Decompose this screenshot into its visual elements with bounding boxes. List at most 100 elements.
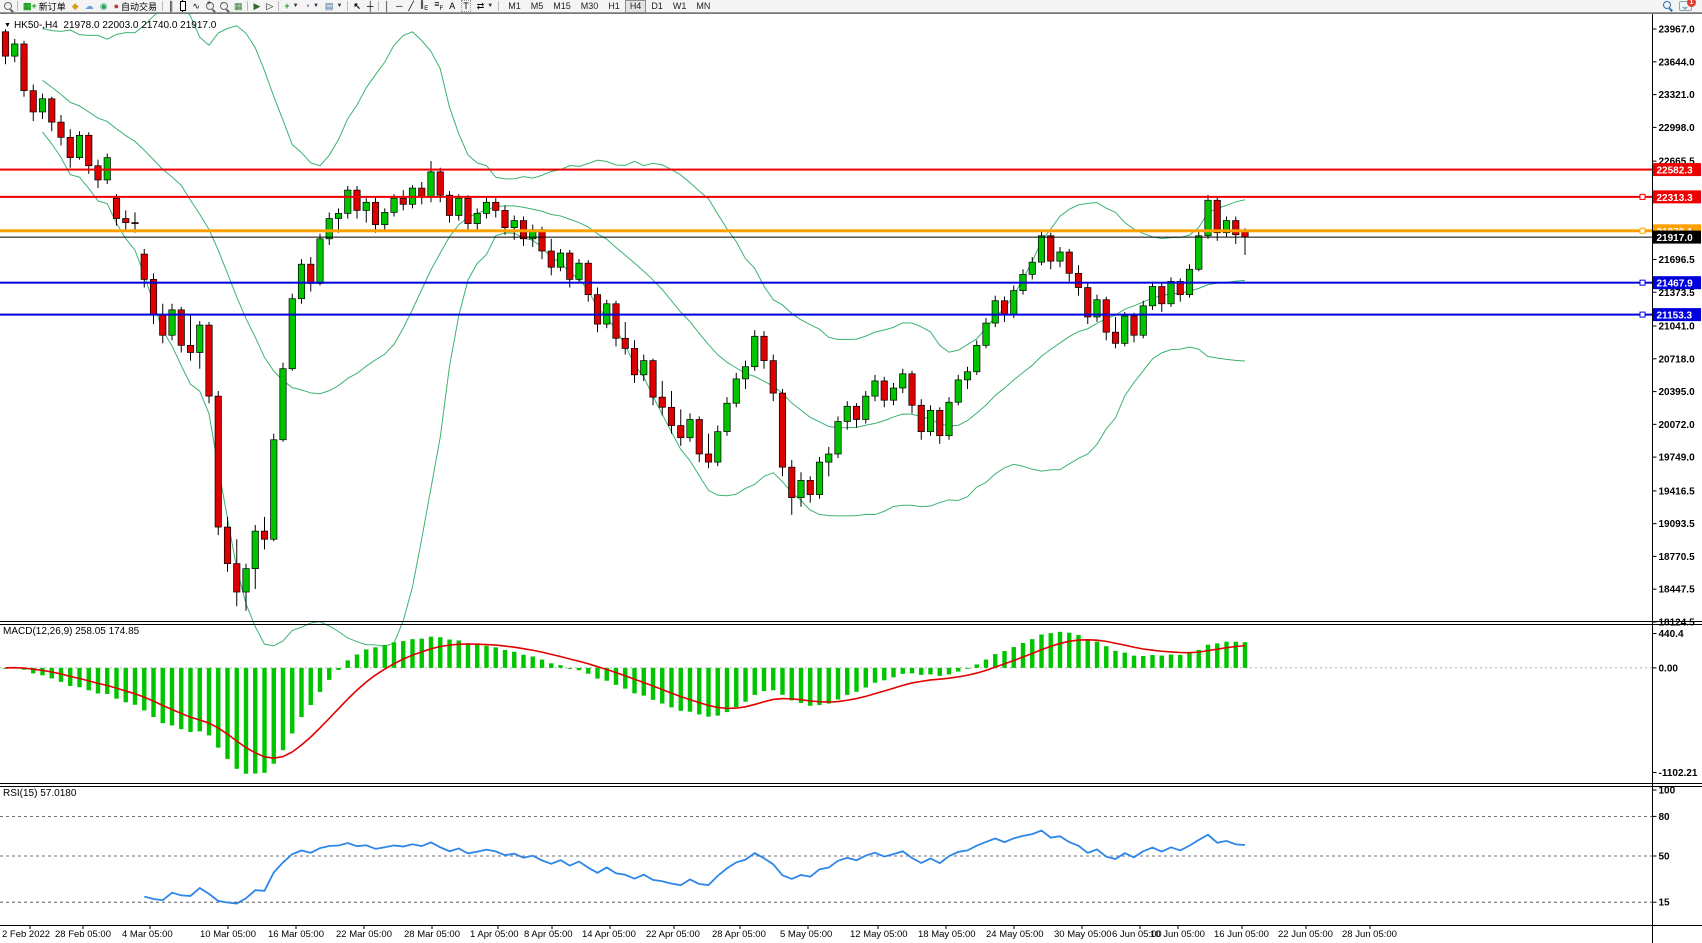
candle [687, 419, 693, 437]
hline-handle[interactable] [1640, 228, 1645, 233]
macd-bar [364, 649, 368, 667]
tab-H1[interactable]: H1 [603, 0, 625, 13]
autotrading-icon: ● [114, 1, 119, 11]
tile-windows-icon[interactable]: ▦ [231, 0, 246, 12]
macd-bar [346, 660, 350, 667]
cloud-icon[interactable]: ☁ [82, 0, 97, 12]
price-axis[interactable]: 440.40.00-1102.2110080501523967.023644.0… [1653, 13, 1702, 943]
macd-bar [1049, 633, 1053, 668]
text-label-icon[interactable]: T [458, 0, 474, 12]
tab-M1[interactable]: M1 [503, 0, 526, 13]
hline-21979.1[interactable] [0, 229, 1652, 232]
tab-W1[interactable]: W1 [668, 0, 692, 13]
bar-chart-icon[interactable]: ║ [165, 0, 177, 12]
time-label: 14 Apr 05:00 [582, 929, 636, 940]
macd-bar [1067, 633, 1071, 668]
candlestick-icon[interactable] [177, 0, 189, 12]
symbol-readout[interactable]: ▼HK50-,H4 21978.0 22003.0 21740.0 21917.… [4, 20, 216, 31]
price-label-22582.3-text: 22582.3 [1657, 166, 1694, 177]
chat-icon[interactable]: 1 [1679, 1, 1692, 11]
macd-bar [697, 668, 701, 715]
toolbar: ▦+ 新订单 ◆ ☁ ◉ ● 自动交易 ║ ∿ + - ▦ ▶ ▷ +▼ ◔▼ … [0, 0, 1702, 13]
macd-bar [901, 668, 905, 674]
candle [761, 336, 767, 360]
candle [974, 345, 980, 371]
new-order-button[interactable]: ▦+ 新订单 [20, 0, 69, 12]
hline-handle[interactable] [1640, 194, 1645, 199]
gold-box-icon[interactable]: ◆ [69, 0, 82, 12]
macd-bar [577, 668, 581, 670]
auto-scroll-icon[interactable]: ▶ [250, 0, 263, 12]
macd-bar [401, 641, 405, 668]
rsi-axis-label: 100 [1659, 786, 1676, 797]
hline-handle[interactable] [1640, 280, 1645, 285]
zoom-out-icon[interactable]: - [217, 0, 231, 12]
candle [123, 219, 129, 223]
time-axis[interactable]: 2 Feb 202228 Feb 05:004 Mar 05:0010 Mar … [2, 925, 1397, 940]
chart-shift-icon[interactable]: ▷ [263, 0, 276, 12]
time-label: 1 Apr 05:00 [470, 929, 519, 940]
macd-bar [272, 668, 276, 764]
candle [243, 569, 249, 592]
candle [187, 345, 193, 352]
candle [382, 212, 388, 224]
templates-button[interactable]: ▤▼ [322, 0, 345, 12]
macd-bar [1123, 653, 1127, 668]
crosshair-icon[interactable]: ┼ [364, 0, 376, 12]
macd-bar [910, 668, 914, 674]
tab-M5[interactable]: M5 [526, 0, 549, 13]
horizontal-line-icon[interactable]: ─ [393, 0, 405, 12]
tab-D1[interactable]: D1 [646, 0, 668, 13]
trendline-icon[interactable]: ╱ [405, 0, 416, 12]
time-label: 4 Mar 05:00 [122, 929, 173, 940]
time-label: 10 Jun 05:00 [1150, 929, 1205, 940]
macd-bar [50, 668, 54, 679]
line-chart-icon[interactable]: ∿ [189, 0, 203, 12]
candle [86, 135, 92, 165]
time-label: 28 Mar 05:00 [404, 929, 460, 940]
macd-bar [531, 656, 535, 667]
candle [696, 419, 702, 454]
price-tick-label: 18447.5 [1659, 585, 1696, 596]
candlestick-series [2, 29, 1248, 611]
arrows-icon[interactable]: ⇄▼ [474, 0, 497, 12]
signal-icon[interactable]: ◉ [97, 0, 111, 12]
text-icon[interactable]: A [446, 0, 458, 12]
tab-M30[interactable]: M30 [576, 0, 604, 13]
hline-22582.3[interactable] [0, 169, 1652, 171]
vertical-line-icon[interactable]: │ [381, 0, 393, 12]
macd-bar [133, 668, 137, 705]
tab-MN[interactable]: MN [691, 0, 715, 13]
macd-bar [1169, 655, 1173, 668]
hline-21467.9[interactable] [0, 282, 1652, 284]
zoom-in-icon[interactable]: + [203, 0, 217, 12]
periods-button[interactable]: ◔▼ [302, 0, 322, 12]
magnifier-icon[interactable] [1, 0, 15, 12]
rsi-label: RSI(15) 57.0180 [3, 788, 76, 799]
tab-M15[interactable]: M15 [548, 0, 576, 13]
macd-bar [595, 668, 599, 679]
candle [872, 381, 878, 396]
rsi-axis-label: 15 [1659, 898, 1671, 909]
macd-bar [762, 668, 766, 691]
new-order-label: 新订单 [39, 0, 66, 13]
hline-handle[interactable] [1640, 312, 1645, 317]
hline-21153.3[interactable] [0, 314, 1652, 316]
macd-bar [817, 668, 821, 705]
equidistant-channel-icon[interactable]: ∥E [417, 0, 432, 12]
autotrading-button[interactable]: ● 自动交易 [111, 0, 160, 12]
candle [1159, 287, 1165, 304]
indicators-button[interactable]: +▼ [281, 0, 301, 12]
search-icon[interactable] [1663, 1, 1671, 11]
ohlc-readout: 21978.0 22003.0 21740.0 21917.0 [63, 20, 216, 31]
macd-bar [1141, 656, 1145, 668]
cursor-icon[interactable]: ↖ [350, 0, 364, 12]
hline-22313.3[interactable] [0, 196, 1652, 198]
candle [372, 202, 378, 224]
macd-bar [956, 668, 960, 672]
fibonacci-icon[interactable]: ≡F [431, 0, 446, 12]
time-label: 22 Jun 05:00 [1278, 929, 1333, 940]
tab-H4[interactable]: H4 [625, 0, 647, 13]
time-label: 8 Apr 05:00 [524, 929, 573, 940]
macd-bar [827, 668, 831, 704]
